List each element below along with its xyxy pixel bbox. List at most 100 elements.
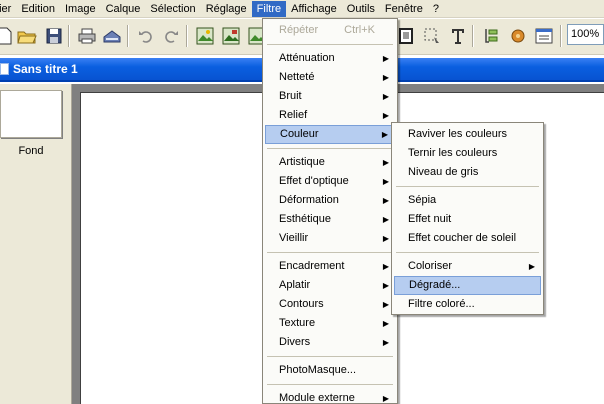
submenu-arrow-icon: ▶ <box>382 111 389 120</box>
menu-item-module-externe[interactable]: Module externe ▶ <box>265 389 395 404</box>
layers-icon[interactable] <box>481 25 503 47</box>
menu-item-effet-d-optique[interactable]: Effet d'optique ▶ <box>265 172 395 191</box>
menu-item-label: Bruit <box>279 90 302 102</box>
menu-reglage[interactable]: Réglage <box>201 1 252 17</box>
undo-icon[interactable] <box>135 25 157 47</box>
menu-item-contours[interactable]: Contours ▶ <box>265 295 395 314</box>
menu-item-label: Dégradé... <box>409 279 461 291</box>
menu-separator <box>267 252 393 253</box>
toolbar-separator <box>472 25 474 47</box>
menu-image[interactable]: Image <box>60 1 101 17</box>
submenu-arrow-icon: ▶ <box>382 281 389 290</box>
menu-item-photomasque[interactable]: PhotoMasque... <box>265 361 395 380</box>
text-icon[interactable] <box>447 25 469 47</box>
submenu-arrow-icon: ▶ <box>382 234 389 243</box>
layer-name: Fond <box>18 145 44 157</box>
layer-thumbnail[interactable] <box>0 90 62 138</box>
menu-separator <box>267 148 393 149</box>
menu-item-niveau-de-gris[interactable]: Niveau de gris <box>394 163 541 182</box>
menu-item-bruit[interactable]: Bruit ▶ <box>265 87 395 106</box>
menu-item-label: Filtre coloré... <box>408 298 475 310</box>
menu-separator <box>267 384 393 385</box>
image-effect-icon[interactable] <box>194 25 216 47</box>
document-icon <box>0 63 9 75</box>
submenu-arrow-icon: ▶ <box>382 196 389 205</box>
menu-item-filtre-colore[interactable]: Filtre coloré... <box>394 295 541 314</box>
menu-item-label: Encadrement <box>279 260 345 272</box>
plugin-icon[interactable] <box>507 25 529 47</box>
open-folder-icon[interactable] <box>16 25 38 47</box>
menu-item-label: Répéter <box>279 24 319 36</box>
submenu-arrow-icon: ▶ <box>382 73 389 82</box>
submenu-arrow-icon: ▶ <box>382 92 389 101</box>
window-icon[interactable] <box>533 25 555 47</box>
menu-item-sepia[interactable]: Sépia <box>394 191 541 210</box>
menu-selection[interactable]: Sélection <box>145 1 200 17</box>
menu-item-attenuation[interactable]: Atténuation ▶ <box>265 49 395 68</box>
scanner-icon[interactable] <box>101 25 123 47</box>
menu-item-label: Artistique <box>279 156 325 168</box>
menu-item-raviver-les-couleurs[interactable]: Raviver les couleurs <box>394 125 541 144</box>
submenu-arrow-icon: ▶ <box>382 177 389 186</box>
menu-item-ternir-les-couleurs[interactable]: Ternir les couleurs <box>394 144 541 163</box>
menu-item-label: Netteté <box>279 71 315 83</box>
menu-item-label: Niveau de gris <box>408 166 479 178</box>
menu-item-encadrement[interactable]: Encadrement ▶ <box>265 257 395 276</box>
menu-item-texture[interactable]: Texture ▶ <box>265 314 395 333</box>
menu-item-degrade[interactable]: Dégradé... <box>394 276 541 295</box>
filtre-menu: Répéter Ctrl+K Atténuation ▶ Netteté ▶ Bruit ▶ R… <box>262 18 398 404</box>
zoom-level-field[interactable]: 100% <box>567 24 604 45</box>
menu-item-label: Module externe <box>279 392 355 404</box>
menu-item-label: Aplatir <box>279 279 311 291</box>
submenu-arrow-icon: ▶ <box>382 300 389 309</box>
menu-item-label: Raviver les couleurs <box>408 128 508 140</box>
menu-separator <box>396 252 539 253</box>
menu-item-label: Esthétique <box>279 213 331 225</box>
frame-tool-icon[interactable] <box>395 25 417 47</box>
menu-edition[interactable]: Edition <box>16 1 60 17</box>
menu-item-label: Contours <box>279 298 324 310</box>
submenu-arrow-icon: ▶ <box>382 54 389 63</box>
menu-item-divers[interactable]: Divers ▶ <box>265 333 395 352</box>
menu-affichage[interactable]: Affichage <box>286 1 342 17</box>
menu-item-esthetique[interactable]: Esthétique ▶ <box>265 210 395 229</box>
menu-outils[interactable]: Outils <box>342 1 380 17</box>
menu-item-deformation[interactable]: Déformation ▶ <box>265 191 395 210</box>
menu-item-label: Ternir les couleurs <box>408 147 498 159</box>
toolbar-separator <box>560 25 562 47</box>
menu-item-label: Atténuation <box>279 52 335 64</box>
print-icon[interactable] <box>76 25 98 47</box>
menu-separator <box>396 186 539 187</box>
submenu-arrow-icon: ▶ <box>382 215 389 224</box>
menubar: nierEditionImageCalqueSélectionRéglageFi… <box>0 0 604 18</box>
image-effect-2-icon[interactable] <box>220 25 242 47</box>
menu-filtre[interactable]: Filtre <box>251 0 287 17</box>
menu-item-nettete[interactable]: Netteté ▶ <box>265 68 395 87</box>
menu-item-shortcut: Ctrl+K <box>344 24 375 36</box>
submenu-arrow-icon: ▶ <box>528 262 535 271</box>
menu-item-vieillir[interactable]: Vieillir ▶ <box>265 229 395 248</box>
menu-item-label: Effet coucher de soleil <box>408 232 517 244</box>
menu-fenetre[interactable]: Fenêtre <box>380 1 428 17</box>
menu-item-effet-coucher-de-soleil[interactable]: Effet coucher de soleil <box>394 229 541 248</box>
menu-item-effet-nuit[interactable]: Effet nuit <box>394 210 541 229</box>
menu-calque[interactable]: Calque <box>101 1 146 17</box>
menu-item-label: Effet d'optique <box>279 175 349 187</box>
menu-item-couleur[interactable]: Couleur ▶ <box>265 125 395 144</box>
save-icon[interactable] <box>43 25 65 47</box>
submenu-arrow-icon: ▶ <box>382 319 389 328</box>
menu-item-coloriser[interactable]: Coloriser ▶ <box>394 257 541 276</box>
selection-tool-icon[interactable] <box>421 25 443 47</box>
menu-item-artistique[interactable]: Artistique ▶ <box>265 153 395 172</box>
menu-item-label: Relief <box>279 109 308 121</box>
toolbar-separator <box>186 25 188 47</box>
menu-separator <box>267 356 393 357</box>
menu-item-relief[interactable]: Relief ▶ <box>265 106 395 125</box>
redo-icon[interactable] <box>160 25 182 47</box>
menu-item-label: Couleur <box>280 128 319 140</box>
toolbar-separator <box>127 25 129 47</box>
menu-item-aplatir[interactable]: Aplatir ▶ <box>265 276 395 295</box>
new-document-icon[interactable] <box>0 25 16 47</box>
menu-[interactable]: ? <box>428 1 444 17</box>
menu-nier[interactable]: nier <box>0 1 16 17</box>
